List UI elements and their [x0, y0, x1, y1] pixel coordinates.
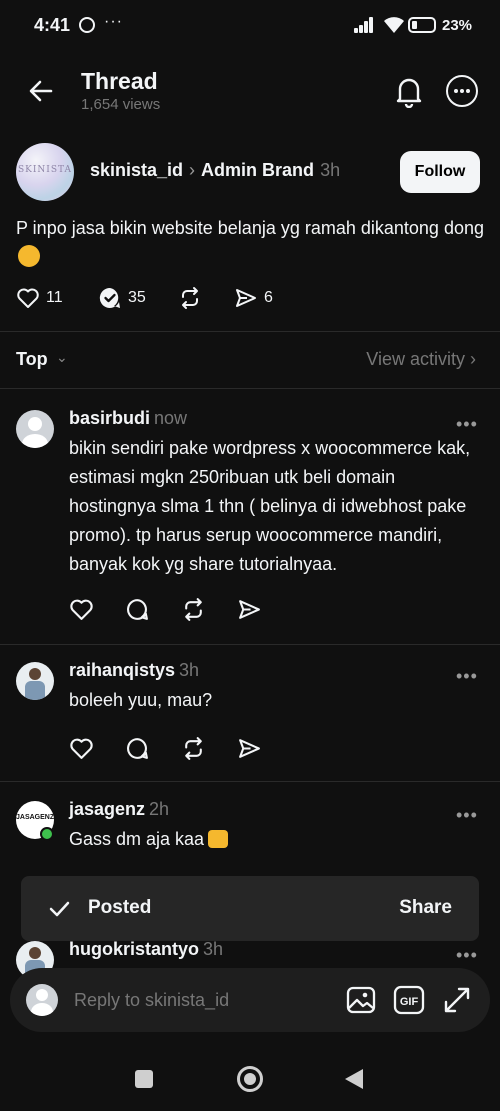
heart-icon[interactable] — [69, 736, 94, 761]
check-icon — [49, 901, 70, 917]
status-bar: 4:41 ··· 23% — [0, 0, 500, 52]
view-activity-link[interactable]: View activity › — [366, 349, 476, 370]
reply-time: 3h — [179, 660, 200, 680]
sort-dropdown[interactable]: Top — [16, 349, 48, 370]
chevron-right-icon: › — [189, 160, 196, 180]
post-brand-label: Admin Brand — [201, 160, 315, 180]
reply-meta: jasagenz 2h — [69, 799, 169, 820]
reply-count: 35 — [128, 289, 146, 306]
signal-icon — [354, 17, 374, 33]
page-title: Thread — [81, 68, 158, 94]
post-meta: skinista_id › Admin Brand 3h — [90, 160, 340, 181]
status-dots: ··· — [104, 13, 123, 30]
repost-icon — [182, 287, 198, 309]
comment-icon[interactable] — [125, 736, 150, 761]
share-count: 6 — [264, 289, 273, 306]
post-body: P inpo jasa bikin website belanja yg ram… — [16, 218, 484, 238]
reply-body: Gass dm aja kaa — [69, 829, 205, 849]
reply-username[interactable]: raihanqistys — [69, 660, 175, 680]
avatar[interactable]: SKINISTA — [16, 143, 74, 201]
like-count: 11 — [46, 289, 63, 306]
repost-icon[interactable] — [181, 597, 206, 622]
avatar[interactable] — [16, 662, 54, 700]
status-time: 4:41 — [34, 15, 71, 35]
image-icon[interactable] — [345, 984, 377, 1016]
arrow-left-icon[interactable] — [26, 76, 56, 106]
reply-text: bikin sendiri pake wordpress x woocommer… — [69, 438, 471, 574]
recent-apps-icon[interactable] — [135, 1070, 153, 1088]
avatar — [26, 984, 58, 1016]
divider — [0, 644, 500, 645]
comment-icon[interactable] — [125, 597, 150, 622]
post-username[interactable]: skinista_id — [90, 160, 183, 180]
more-icon[interactable]: ••• — [456, 666, 478, 687]
sort-bar: Top ⌄ View activity › — [0, 344, 500, 376]
reply-actions — [69, 736, 269, 762]
reply-meta: hugokristantyo 3h — [69, 939, 223, 960]
view-count: 1,654 views — [81, 96, 161, 113]
reply-check-icon — [99, 287, 120, 308]
reply-username[interactable]: hugokristantyo — [69, 939, 199, 959]
pointing-hand-emoji-icon — [208, 830, 229, 848]
whatsapp-icon — [79, 17, 95, 33]
send-icon[interactable] — [237, 597, 262, 622]
posted-toast: Posted Share — [21, 876, 479, 941]
reply-meta: raihanqistys 3h — [69, 660, 199, 681]
back-triangle-icon[interactable] — [345, 1069, 363, 1089]
divider — [0, 331, 500, 332]
gif-label: GIF — [400, 996, 419, 1008]
reply-time: 3h — [203, 939, 224, 959]
repost-button[interactable] — [178, 286, 202, 310]
send-icon[interactable] — [237, 736, 262, 761]
avatar[interactable] — [16, 410, 54, 448]
divider — [0, 388, 500, 389]
reply-time: 2h — [149, 799, 170, 819]
battery-percent: 23% — [442, 17, 473, 34]
post-actions: 11 35 6 — [16, 286, 316, 314]
system-nav-bar — [0, 1050, 500, 1111]
gif-icon[interactable]: GIF — [393, 984, 425, 1016]
like-button[interactable]: 11 — [16, 286, 63, 310]
reply-button[interactable]: 35 — [98, 286, 146, 310]
hug-emoji-icon — [18, 245, 40, 267]
share-button[interactable]: 6 — [234, 286, 273, 310]
thread-header: Thread 1,654 views — [0, 60, 500, 130]
post-time: 3h — [320, 160, 341, 180]
battery-icon — [408, 17, 436, 33]
wifi-icon — [384, 17, 404, 33]
avatar-logo-text: SKINISTA — [17, 165, 73, 175]
reply-text: Gass dm aja kaa — [69, 825, 487, 854]
reply-actions — [69, 597, 269, 623]
bell-icon[interactable] — [393, 74, 425, 108]
more-icon[interactable]: ••• — [456, 945, 478, 966]
reply-time: now — [154, 408, 188, 428]
home-icon[interactable] — [237, 1066, 263, 1092]
reply-meta: basirbudi now — [69, 408, 187, 429]
toast-label: Posted — [88, 897, 152, 918]
heart-icon[interactable] — [69, 597, 94, 622]
heart-icon — [17, 288, 39, 308]
reply-input[interactable] — [74, 986, 324, 1014]
more-icon[interactable]: ••• — [456, 805, 478, 826]
online-indicator — [40, 827, 54, 841]
toast-share-button[interactable]: Share — [399, 897, 452, 919]
send-icon — [236, 289, 256, 307]
reply-text: boleeh yuu, mau? — [69, 690, 213, 710]
repost-icon[interactable] — [181, 736, 206, 761]
post-text: P inpo jasa bikin website belanja yg ram… — [16, 214, 486, 272]
avatar-logo-text: JASAGENZ — [16, 814, 54, 821]
expand-icon[interactable] — [441, 984, 473, 1016]
divider — [0, 781, 500, 782]
more-icon[interactable]: ••• — [456, 414, 478, 435]
reply-username[interactable]: basirbudi — [69, 408, 150, 428]
reply-composer: GIF — [10, 968, 490, 1032]
chevron-down-icon[interactable]: ⌄ — [56, 349, 68, 366]
more-options-icon[interactable] — [446, 75, 478, 107]
follow-button[interactable]: Follow — [400, 151, 480, 193]
reply-username[interactable]: jasagenz — [69, 799, 145, 819]
